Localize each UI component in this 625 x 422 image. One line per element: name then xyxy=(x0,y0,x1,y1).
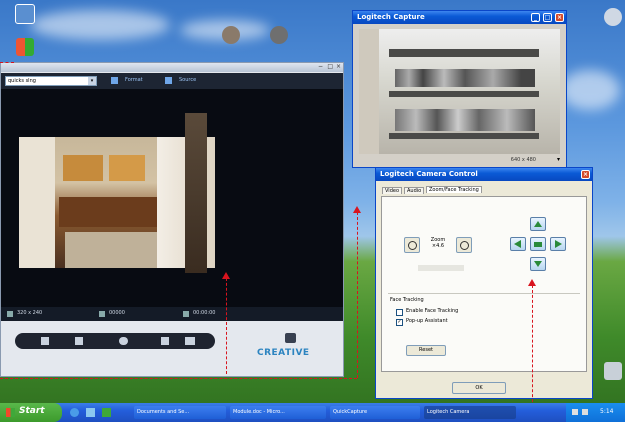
tray-icon[interactable] xyxy=(582,409,588,415)
desktop-icon-my-computer[interactable] xyxy=(8,4,42,25)
annotation-line xyxy=(226,278,227,374)
desktop-icon-satellite[interactable] xyxy=(596,8,625,27)
annotation-line xyxy=(532,285,533,422)
video-window-titlebar[interactable]: − □ × xyxy=(1,63,343,72)
desktop-icon-webcam[interactable] xyxy=(262,26,296,45)
tab-video[interactable]: Video xyxy=(382,187,403,194)
camera-button[interactable] xyxy=(285,333,296,343)
playback-controls xyxy=(15,333,215,349)
annotation-arrow xyxy=(353,206,361,213)
ok-button[interactable]: OK xyxy=(452,382,506,394)
capture-titlebar[interactable]: Logitech Capture _ □ × xyxy=(353,11,566,24)
taskbar-item-quickcapture[interactable]: QuickCapture xyxy=(330,406,420,419)
pause-button[interactable] xyxy=(41,337,49,345)
annotation-arrow xyxy=(222,272,230,279)
minimize-button[interactable]: _ xyxy=(531,13,540,22)
cloud xyxy=(560,70,620,110)
desktop-icon-recycle-bin[interactable] xyxy=(596,362,625,381)
webcam-icon xyxy=(270,26,288,44)
quicklaunch-ie-icon[interactable] xyxy=(70,408,79,417)
record-button[interactable] xyxy=(119,337,128,345)
shelf-panel xyxy=(185,113,207,273)
source-icon[interactable] xyxy=(165,77,172,84)
zoom-in-icon xyxy=(460,241,469,250)
pan-right-button[interactable] xyxy=(550,237,566,251)
minimize-icon[interactable]: − xyxy=(318,63,323,70)
zoom-in-button[interactable] xyxy=(456,237,472,253)
quicklaunch-desktop-icon[interactable] xyxy=(86,408,95,417)
taskbar-item-documents[interactable]: Documents and Se... xyxy=(134,406,226,419)
face-tracking-separator xyxy=(388,293,580,294)
windows-logo-icon xyxy=(16,38,34,56)
windows-logo-icon xyxy=(6,408,15,417)
arrow-down-icon xyxy=(534,261,542,267)
tray-icon[interactable] xyxy=(572,409,578,415)
tab-panel: Zoom ×4.6 Face Tracking Enable Face Trac… xyxy=(381,196,587,372)
desktop-icon-user[interactable] xyxy=(214,26,248,45)
system-tray: 5:14 xyxy=(566,403,625,422)
source-dropdown[interactable]: quicks slng ▾ xyxy=(5,76,97,86)
pan-left-button[interactable] xyxy=(510,237,526,251)
video-viewport xyxy=(1,89,343,311)
arrow-left-icon xyxy=(514,240,521,248)
video-statusbar: 320 x 240 00000 00:00:00 xyxy=(1,307,343,321)
time-icon xyxy=(183,311,189,317)
format-icon[interactable] xyxy=(111,77,118,84)
stop-button[interactable] xyxy=(161,337,169,345)
annotation-line xyxy=(0,378,357,379)
video-window[interactable]: − □ × quicks slng ▾ Format Source 320 x … xyxy=(0,62,344,377)
person-icon xyxy=(222,26,240,44)
resolution-icon xyxy=(7,311,13,317)
camera-control-titlebar[interactable]: Logitech Camera Control × xyxy=(376,168,592,181)
enable-face-tracking-checkbox[interactable] xyxy=(396,309,403,316)
taskbar-item-module-doc[interactable]: Module.doc - Micro... xyxy=(230,406,326,419)
recycle-bin-icon xyxy=(604,362,622,380)
zoom-slider[interactable] xyxy=(418,265,464,271)
computer-icon xyxy=(15,4,35,24)
popup-assistant-checkbox[interactable]: ✓ xyxy=(396,319,403,326)
reset-button[interactable]: Reset xyxy=(406,345,446,356)
satellite-icon xyxy=(604,8,622,26)
format-button[interactable]: Format xyxy=(125,77,143,83)
pan-center-button[interactable] xyxy=(530,237,546,251)
arrow-up-icon xyxy=(534,221,542,227)
arrow-right-icon xyxy=(555,240,562,248)
creative-logo: CREATIVE xyxy=(257,348,310,358)
annotation-arrow xyxy=(528,279,536,286)
maximize-button[interactable]: □ xyxy=(543,13,552,22)
start-button[interactable]: Start xyxy=(0,403,62,422)
annotation-line xyxy=(357,212,358,378)
source-button[interactable]: Source xyxy=(179,77,196,83)
tab-zoom-face-tracking[interactable]: Zoom/Face Tracking xyxy=(426,186,482,193)
annotation-line xyxy=(0,62,14,63)
camera-icon xyxy=(534,242,542,247)
desktop-icon-windows[interactable] xyxy=(8,38,42,57)
chevron-down-icon[interactable]: ▾ xyxy=(88,77,96,85)
capture-preview xyxy=(359,29,560,154)
tab-audio[interactable]: Audio xyxy=(404,187,425,194)
zoom-out-icon xyxy=(408,241,417,250)
pan-up-button[interactable] xyxy=(530,217,546,231)
close-icon[interactable]: × xyxy=(336,63,341,70)
snapshot-button[interactable] xyxy=(75,337,83,345)
pan-down-button[interactable] xyxy=(530,257,546,271)
video-toolbar: quicks slng ▾ Format Source xyxy=(1,73,343,89)
counter-icon xyxy=(99,311,105,317)
cloud xyxy=(30,10,170,40)
dropdown-arrow-icon[interactable]: ▾ xyxy=(557,156,560,163)
maximize-icon[interactable]: □ xyxy=(327,63,333,70)
quicklaunch-app-icon[interactable] xyxy=(102,408,111,417)
close-button[interactable]: × xyxy=(555,13,564,22)
fullscreen-button[interactable] xyxy=(185,337,195,345)
camera-control-window[interactable]: Logitech Camera Control × Video Audio Zo… xyxy=(375,167,593,399)
close-button[interactable]: × xyxy=(581,170,590,179)
taskbar: Start Documents and Se... Module.doc - M… xyxy=(0,403,625,422)
zoom-out-button[interactable] xyxy=(404,237,420,253)
capture-window[interactable]: Logitech Capture _ □ × 640 x 480 ▾ xyxy=(352,10,567,168)
taskbar-item-logitech-camera[interactable]: Logitech Camera xyxy=(424,406,516,419)
